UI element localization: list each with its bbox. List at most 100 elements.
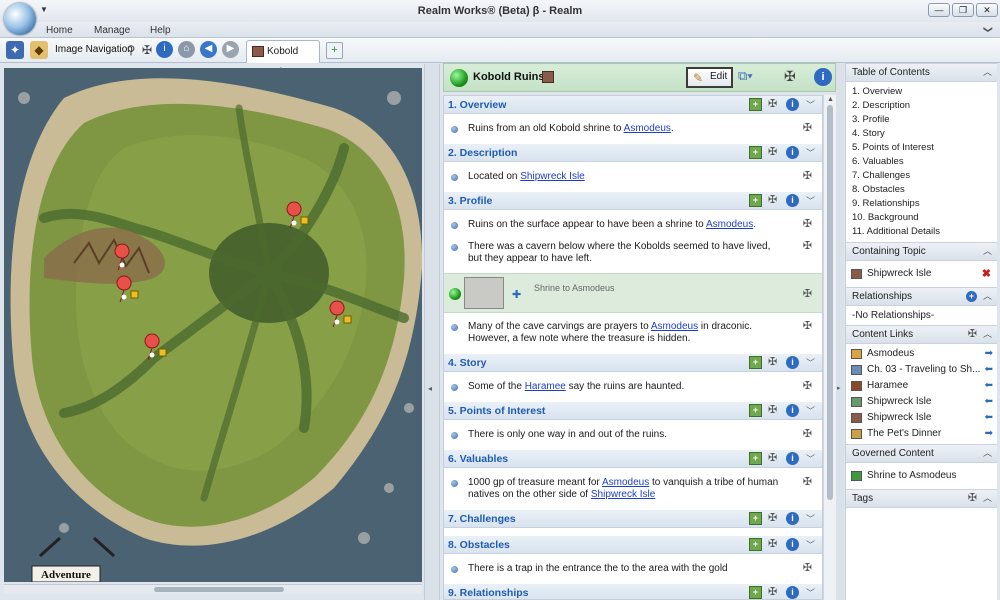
snippet[interactable]: Ruins from an old Kobold shrine to Asmod… xyxy=(444,118,822,140)
chevron-down-icon[interactable]: ﹀ xyxy=(806,146,815,159)
arrow-left-icon[interactable]: ⬅ xyxy=(985,410,993,426)
toc-item[interactable]: 5. Points of Interest xyxy=(846,141,997,155)
containing-topic-item[interactable]: Shipwreck Isle ✖ xyxy=(846,266,997,282)
tools-icon[interactable]: ✠ xyxy=(768,145,777,158)
toc-item[interactable]: 10. Background xyxy=(846,211,997,225)
chevron-up-icon[interactable]: ︿ xyxy=(983,490,992,507)
toc-item[interactable]: 4. Story xyxy=(846,127,997,141)
ribbon-tab-manage[interactable]: Manage xyxy=(94,25,130,36)
tools-icon[interactable]: ✠ xyxy=(768,193,777,206)
ribbon-tab-help[interactable]: Help xyxy=(150,25,171,36)
add-snippet-icon[interactable]: + xyxy=(749,586,762,599)
tools-icon[interactable]: ✠ xyxy=(768,355,777,368)
snippet-tools-icon[interactable]: ✠ xyxy=(803,122,812,134)
tab-kobold-ruins[interactable]: Kobold Ruins xyxy=(246,40,320,78)
puzzle-icon[interactable]: ✚ xyxy=(512,288,521,301)
snippet[interactable]: There is a trap in the entrance the to t… xyxy=(444,558,822,580)
content-link-item[interactable]: Asmodeus ➡ xyxy=(846,346,997,362)
chevron-down-icon[interactable]: ﹀ xyxy=(806,512,815,525)
snippet[interactable]: There is only one way in and out of the … xyxy=(444,424,822,446)
snippet-tools-icon[interactable]: ✠ xyxy=(803,218,812,230)
home-button[interactable]: ⌂ xyxy=(178,41,195,58)
snippet-tools-icon[interactable]: ✠ xyxy=(803,287,812,300)
collapse-arrow-icon[interactable]: ◂ xyxy=(428,384,432,393)
map-viewport[interactable]: Adventure xyxy=(4,68,422,582)
section-title[interactable]: 7. Challenges xyxy=(448,513,516,525)
chevron-up-icon[interactable]: ︿ xyxy=(983,326,992,343)
new-tab-button[interactable]: + xyxy=(326,42,343,59)
section-title[interactable]: 8. Obstacles xyxy=(448,539,510,551)
snippet[interactable]: Many of the cave carvings are prayers to… xyxy=(444,316,822,350)
topic-link[interactable]: Haramee xyxy=(525,381,566,392)
collapse-arrow-icon[interactable]: ▸ xyxy=(837,384,841,392)
arrow-left-icon[interactable]: ⬅ xyxy=(985,362,993,378)
tools-icon[interactable]: ✠ xyxy=(784,68,796,85)
add-snippet-icon[interactable]: + xyxy=(749,356,762,369)
scrollbar-thumb[interactable] xyxy=(827,105,833,500)
section-title[interactable]: 3. Profile xyxy=(448,195,492,207)
chevron-up-icon[interactable]: ︿ xyxy=(983,445,992,462)
panel-splitter[interactable]: ◂ xyxy=(424,64,440,600)
scrollbar-thumb[interactable] xyxy=(154,587,284,592)
tools-icon[interactable]: ✠ xyxy=(768,511,777,524)
remove-icon[interactable]: ✖ xyxy=(982,266,991,282)
chevron-up-icon[interactable]: ︿ xyxy=(983,288,992,305)
minimize-button[interactable]: — xyxy=(928,3,950,17)
chevron-down-icon[interactable]: ﹀ xyxy=(806,538,815,551)
topic-link[interactable]: Asmodeus xyxy=(651,321,698,332)
forward-button[interactable]: ▶ xyxy=(222,41,239,58)
tags-icon[interactable]: ◆ xyxy=(30,41,48,59)
snippet-tools-icon[interactable]: ✠ xyxy=(803,380,812,392)
info-icon[interactable]: i xyxy=(786,538,799,551)
section-title[interactable]: 2. Description xyxy=(448,147,517,159)
add-relationship-icon[interactable]: + xyxy=(966,291,977,302)
relationships-header[interactable]: Relationships + ︿ xyxy=(846,287,997,306)
tags-header[interactable]: Tags ✠ ︿ xyxy=(846,489,997,508)
map-thumbnail[interactable] xyxy=(464,277,504,309)
info-button[interactable]: i xyxy=(814,68,832,86)
scroll-up-icon[interactable]: ▲ xyxy=(827,96,834,103)
add-snippet-icon[interactable]: + xyxy=(749,512,762,525)
toc-item[interactable]: 1. Overview xyxy=(846,85,997,99)
chevron-down-icon[interactable]: ﹀ xyxy=(806,452,815,465)
close-button[interactable]: ✕ xyxy=(976,3,998,17)
tools-icon[interactable]: ✠ xyxy=(768,97,777,110)
toc-header[interactable]: Table of Contents ︿ xyxy=(846,63,997,82)
snippet-tools-icon[interactable]: ✠ xyxy=(803,562,812,574)
snippet[interactable]: Ruins on the surface appear to have been… xyxy=(444,214,822,236)
app-menu-orb-icon[interactable] xyxy=(4,3,36,35)
tools-icon[interactable]: ✠ xyxy=(768,403,777,416)
tools-icon[interactable]: ✠ xyxy=(968,490,977,507)
map-snippet[interactable]: ✚ Shrine to Asmodeus ✠ xyxy=(444,273,822,313)
info-icon[interactable]: i xyxy=(786,356,799,369)
add-snippet-icon[interactable]: + xyxy=(749,404,762,417)
edit-button[interactable]: ✎ Edit xyxy=(686,67,733,88)
section-title[interactable]: 1. Overview xyxy=(448,99,506,111)
topic-link[interactable]: Asmodeus xyxy=(602,477,649,488)
ribbon-tab-home[interactable]: Home xyxy=(46,25,73,36)
toc-item[interactable]: 7. Challenges xyxy=(846,169,997,183)
containing-topic-header[interactable]: Containing Topic ︿ xyxy=(846,242,997,261)
governed-content-header[interactable]: Governed Content ︿ xyxy=(846,444,997,463)
content-link-item[interactable]: Haramee ⬅ xyxy=(846,378,997,394)
tools-icon[interactable]: ✠ xyxy=(768,537,777,550)
content-links-header[interactable]: Content Links ✠ ︿ xyxy=(846,325,997,344)
snippet[interactable]: 1000 gp of treasure meant for Asmodeus t… xyxy=(444,472,822,506)
connect-dropdown-button[interactable]: ⧉▾ xyxy=(738,68,768,88)
info-icon[interactable]: i xyxy=(786,404,799,417)
toc-item[interactable]: 9. Relationships xyxy=(846,197,997,211)
chevron-down-icon[interactable]: ﹀ xyxy=(806,98,815,111)
add-snippet-icon[interactable]: + xyxy=(749,98,762,111)
chevron-up-icon[interactable]: ︿ xyxy=(983,243,992,260)
chevron-down-icon[interactable]: ﹀ xyxy=(806,194,815,207)
ribbon-collapse-icon[interactable]: ❯ xyxy=(983,26,994,34)
snippet[interactable]: There was a cavern below where the Kobol… xyxy=(444,236,822,270)
toc-item[interactable]: 3. Profile xyxy=(846,113,997,127)
info-icon[interactable]: i xyxy=(786,452,799,465)
arrow-left-icon[interactable]: ⬅ xyxy=(985,378,993,394)
chevron-down-icon[interactable]: ﹀ xyxy=(806,356,815,369)
tools-icon[interactable]: ✠ xyxy=(768,585,777,598)
topic-link[interactable]: Shipwreck Isle xyxy=(520,171,584,182)
add-snippet-icon[interactable]: + xyxy=(749,146,762,159)
content-link-item[interactable]: Shipwreck Isle ⬅ xyxy=(846,410,997,426)
